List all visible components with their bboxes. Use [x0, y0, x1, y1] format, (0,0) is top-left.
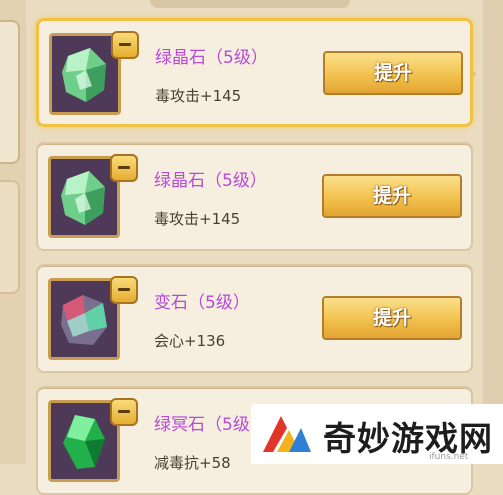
upgrade-button[interactable]: 提升 — [322, 174, 462, 218]
gem-stat: 毒攻击+145 — [154, 210, 241, 228]
gem-card[interactable]: 变石（5级） 会心+136 提升 — [36, 264, 473, 373]
gem-name: 绿晶石（5级） — [155, 48, 268, 68]
gem-name: 变石（5级） — [154, 293, 250, 313]
gem-stat: 会心+136 — [154, 332, 226, 350]
right-panel-edge — [483, 0, 503, 464]
site-logo-icon — [263, 416, 311, 452]
remove-gem-button[interactable] — [111, 31, 139, 59]
upgrade-button[interactable]: 提升 — [323, 51, 463, 95]
gem-card[interactable]: 绿晶石（5级） 毒攻击+145 提升 — [36, 142, 473, 251]
gem-stat: 减毒抗+58 — [154, 454, 231, 472]
upgrade-button[interactable]: 提升 — [322, 296, 462, 340]
gem-card[interactable]: 绿晶石（5级） 毒攻击+145 提升 — [36, 18, 473, 127]
gem-stat: 毒攻击+145 — [155, 87, 242, 105]
gem-name: 绿冥石（5级 — [154, 415, 250, 435]
watermark-banner: 奇妙游戏网 ifuns.net — [251, 404, 503, 464]
left-tab[interactable] — [0, 20, 20, 164]
left-tab[interactable] — [0, 180, 20, 294]
remove-gem-button[interactable] — [110, 154, 138, 182]
gem-name: 绿晶石（5级） — [154, 171, 267, 191]
remove-gem-button[interactable] — [110, 276, 138, 304]
watermark-url: ifuns.net — [429, 452, 469, 462]
top-panel-ledge — [150, 0, 350, 8]
remove-gem-button[interactable] — [110, 398, 138, 426]
